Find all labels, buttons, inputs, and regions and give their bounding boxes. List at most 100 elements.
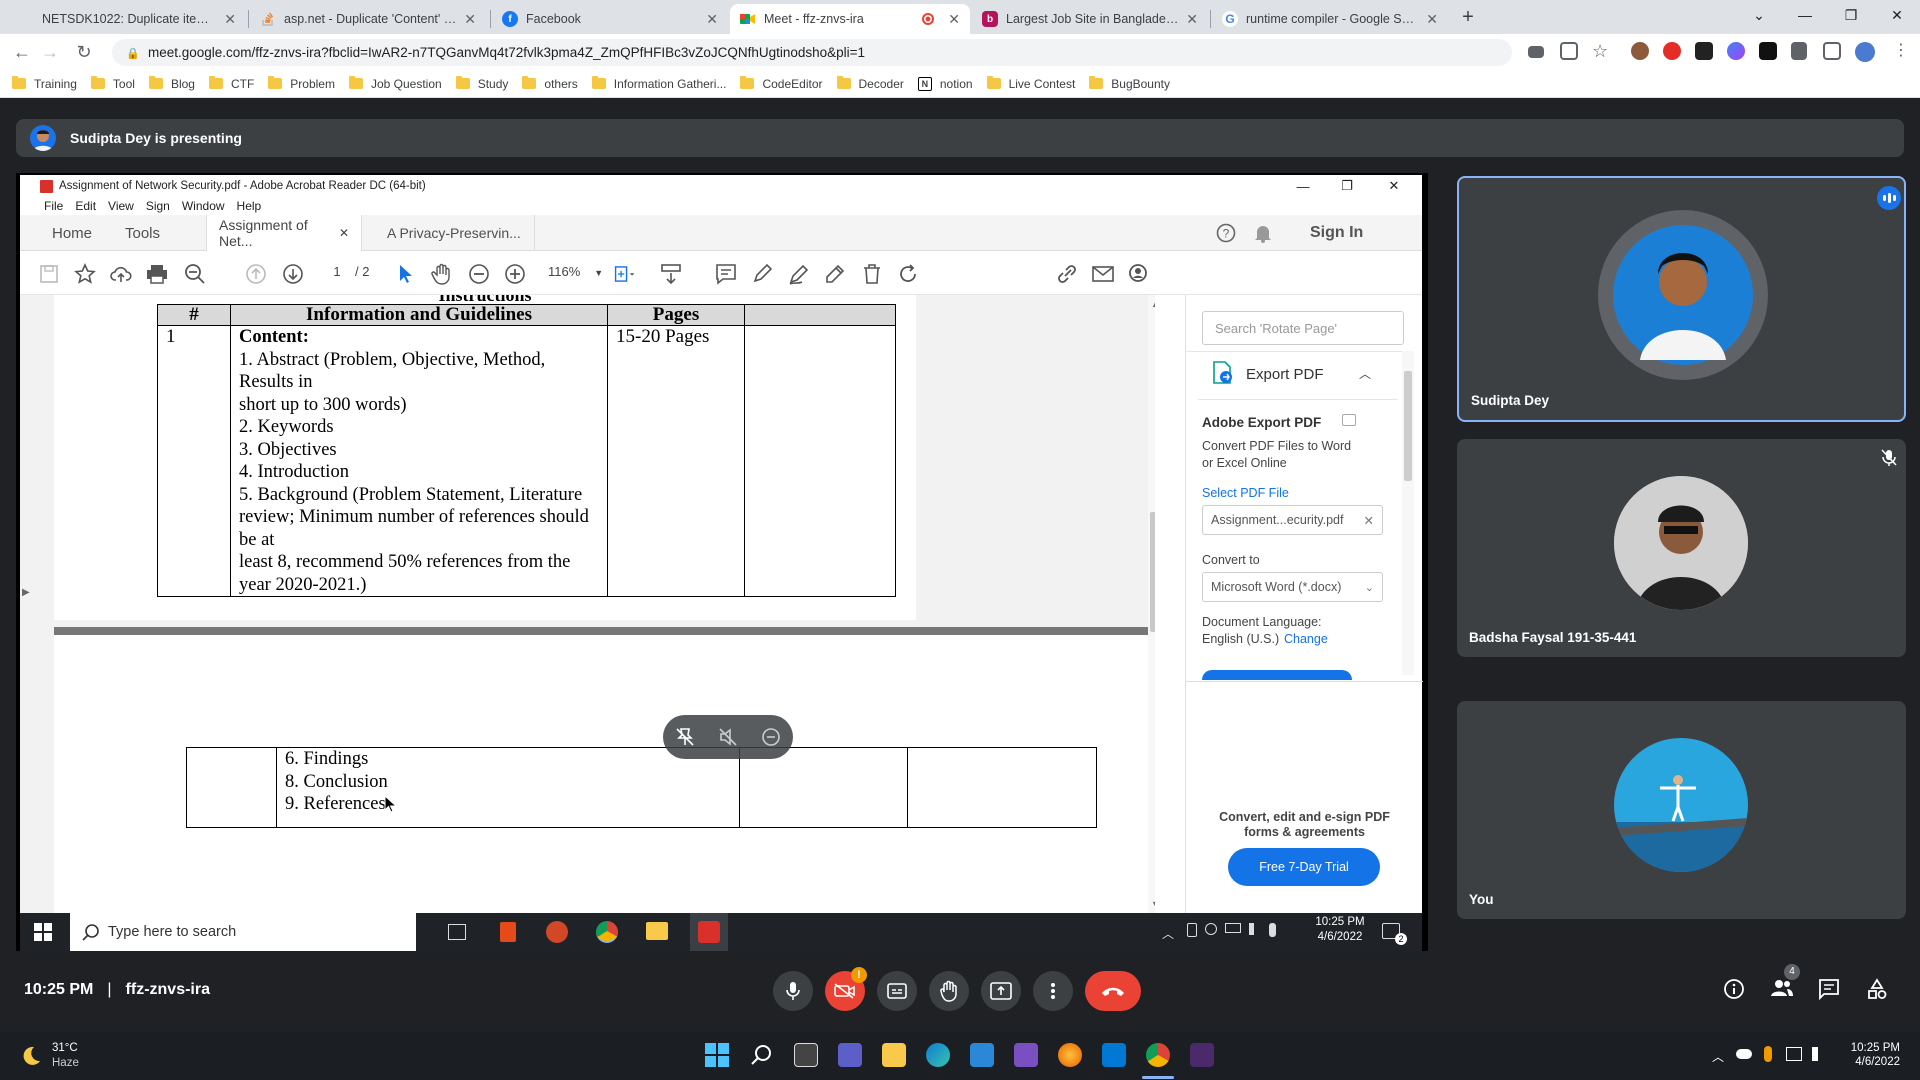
document-tab-active[interactable]: Assignment of Net... ✕ <box>206 215 362 251</box>
bookmark-star-icon[interactable] <box>74 263 96 285</box>
bookmark-folder[interactable]: Study <box>455 76 508 91</box>
upload-cloud-icon[interactable] <box>110 263 132 285</box>
close-tab-icon[interactable]: ✕ <box>1426 11 1438 28</box>
close-tab-icon[interactable]: ✕ <box>948 11 960 28</box>
email-icon[interactable] <box>1092 263 1114 285</box>
windows-start-icon[interactable] <box>705 1043 729 1067</box>
task-view-icon[interactable] <box>794 1043 818 1067</box>
firefox-icon[interactable] <box>1058 1043 1082 1067</box>
search-zoom-icon[interactable] <box>184 263 206 285</box>
bookmark-folder[interactable]: others <box>522 76 578 91</box>
pane-scrollbar[interactable] <box>1402 351 1414 675</box>
scroll-up-icon[interactable]: ▲ <box>1151 299 1155 309</box>
camera-off-button[interactable]: ! <box>825 967 867 1011</box>
edge-icon[interactable] <box>926 1043 950 1067</box>
menu-help[interactable]: Help <box>237 199 262 213</box>
change-language-link[interactable]: Change <box>1284 632 1328 646</box>
windows-start-icon[interactable] <box>34 923 52 941</box>
file-explorer-icon[interactable] <box>882 1043 906 1067</box>
extension-icon[interactable] <box>1759 42 1777 60</box>
scrollbar-thumb[interactable] <box>1150 512 1155 632</box>
document-tab[interactable]: A Privacy-Preservin... <box>375 215 535 251</box>
menu-window[interactable]: Window <box>182 199 225 213</box>
menu-edit[interactable]: Edit <box>75 199 96 213</box>
chrome-menu-icon[interactable]: ⋮ <box>1893 42 1911 60</box>
minimize-button[interactable]: — <box>1782 0 1828 30</box>
left-panel-toggle-icon[interactable]: ▶ <box>22 587 32 601</box>
zoom-dropdown[interactable]: 116% ▼ <box>548 264 603 279</box>
help-icon[interactable]: ? <box>1216 215 1240 251</box>
remove-icon[interactable] <box>761 727 781 747</box>
meeting-details-icon[interactable] <box>1723 978 1745 1000</box>
activities-icon[interactable] <box>1866 978 1888 1000</box>
teams-chat-icon[interactable] <box>838 1043 862 1067</box>
present-screen-button[interactable] <box>981 971 1021 1011</box>
reload-button[interactable]: ↻ <box>72 40 96 64</box>
close-tab-icon[interactable]: ✕ <box>224 11 236 28</box>
participant-tile-self[interactable]: You <box>1457 701 1906 919</box>
task-view-icon[interactable] <box>448 924 466 940</box>
zoom-out-icon[interactable] <box>468 263 490 285</box>
selected-file-field[interactable]: Assignment...ecurity.pdf ✕ <box>1202 505 1383 535</box>
zoom-in-icon[interactable] <box>504 263 526 285</box>
browser-tab-active[interactable]: Meet - ffz-znvs-ira ✕ <box>730 4 970 34</box>
chat-icon[interactable] <box>1818 978 1840 1000</box>
export-pdf-label[interactable]: Export PDF <box>1246 366 1324 383</box>
new-tab-button[interactable]: + <box>1454 6 1482 30</box>
select-cursor-icon[interactable] <box>395 263 417 285</box>
vertical-scrollbar[interactable]: ▲ ▼ <box>1148 295 1155 913</box>
camera-blocked-icon[interactable] <box>1528 46 1544 58</box>
bookmark-folder[interactable]: BugBounty <box>1089 76 1170 91</box>
participant-tile[interactable]: Badsha Faysal 191-35-441 <box>1457 439 1906 657</box>
browser-tab[interactable]: G runtime compiler - Google Searc ✕ <box>1212 4 1448 34</box>
extension-icon[interactable] <box>1727 42 1745 60</box>
address-bar[interactable]: 🔒 meet.google.com/ffz-znvs-ira?fbclid=Iw… <box>112 39 1512 66</box>
comment-icon[interactable] <box>715 263 737 285</box>
restore-button[interactable]: ❐ <box>1828 0 1874 30</box>
next-page-icon[interactable] <box>282 263 304 285</box>
store-icon[interactable] <box>970 1043 994 1067</box>
collapse-chevron-icon[interactable]: ︿ <box>1359 365 1371 382</box>
volume-icon[interactable] <box>1812 1047 1826 1061</box>
draw-icon[interactable] <box>788 263 810 285</box>
microphone-in-use-icon[interactable] <box>1764 1046 1772 1062</box>
notion-extension-icon[interactable] <box>1695 42 1713 60</box>
browser-tab[interactable]: f Facebook ✕ <box>492 4 728 34</box>
restore-button[interactable]: ❐ <box>1325 175 1369 197</box>
minimize-button[interactable]: — <box>1281 175 1325 197</box>
acrobat-taskbar-item[interactable] <box>690 913 728 951</box>
export-info-icon[interactable] <box>1342 414 1356 426</box>
browser-tab[interactable]: asp.net - Duplicate 'Content' item ✕ <box>250 4 486 34</box>
fill-sign-icon[interactable] <box>824 263 846 285</box>
menu-sign[interactable]: Sign <box>146 199 170 213</box>
bookmark-star-icon[interactable]: ☆ <box>1592 42 1610 60</box>
close-tab-icon[interactable]: ✕ <box>339 226 349 240</box>
powerpoint-icon[interactable] <box>546 921 568 943</box>
forward-button[interactable]: → <box>38 40 62 64</box>
search-icon[interactable] <box>750 1043 774 1067</box>
close-tab-icon[interactable]: ✕ <box>706 11 718 28</box>
bookmark-notion[interactable]: Nnotion <box>917 76 973 91</box>
tab-search-icon[interactable]: ⌄ <box>1736 0 1782 30</box>
app-icon[interactable] <box>1102 1043 1126 1067</box>
side-panel-icon[interactable] <box>1823 42 1841 60</box>
pane-scrollbar-thumb[interactable] <box>1404 371 1412 481</box>
scroll-mode-icon[interactable] <box>660 263 682 285</box>
raise-hand-button[interactable] <box>929 971 969 1011</box>
menu-view[interactable]: View <box>108 199 134 213</box>
microphone-button[interactable] <box>773 971 813 1011</box>
bookmark-folder[interactable]: Tool <box>90 76 135 91</box>
clear-file-icon[interactable]: ✕ <box>1364 513 1374 528</box>
scroll-down-icon[interactable]: ▼ <box>1151 899 1155 909</box>
format-dropdown[interactable]: Microsoft Word (*.docx) ⌄ <box>1202 572 1383 602</box>
bookmark-folder[interactable]: CTF <box>208 76 254 91</box>
bookmark-folder[interactable]: Blog <box>148 76 195 91</box>
select-pdf-file-link[interactable]: Select PDF File <box>1202 486 1289 500</box>
page-number-input[interactable]: 1 <box>325 264 349 279</box>
bookmark-folder[interactable]: Job Question <box>348 76 442 91</box>
sign-in-button[interactable]: Sign In <box>1310 215 1363 251</box>
highlight-pen-icon[interactable] <box>751 263 773 285</box>
bookmark-folder[interactable]: Information Gatheri... <box>591 76 726 91</box>
chrome-icon[interactable] <box>596 921 618 943</box>
hand-tool-icon[interactable] <box>431 263 453 285</box>
